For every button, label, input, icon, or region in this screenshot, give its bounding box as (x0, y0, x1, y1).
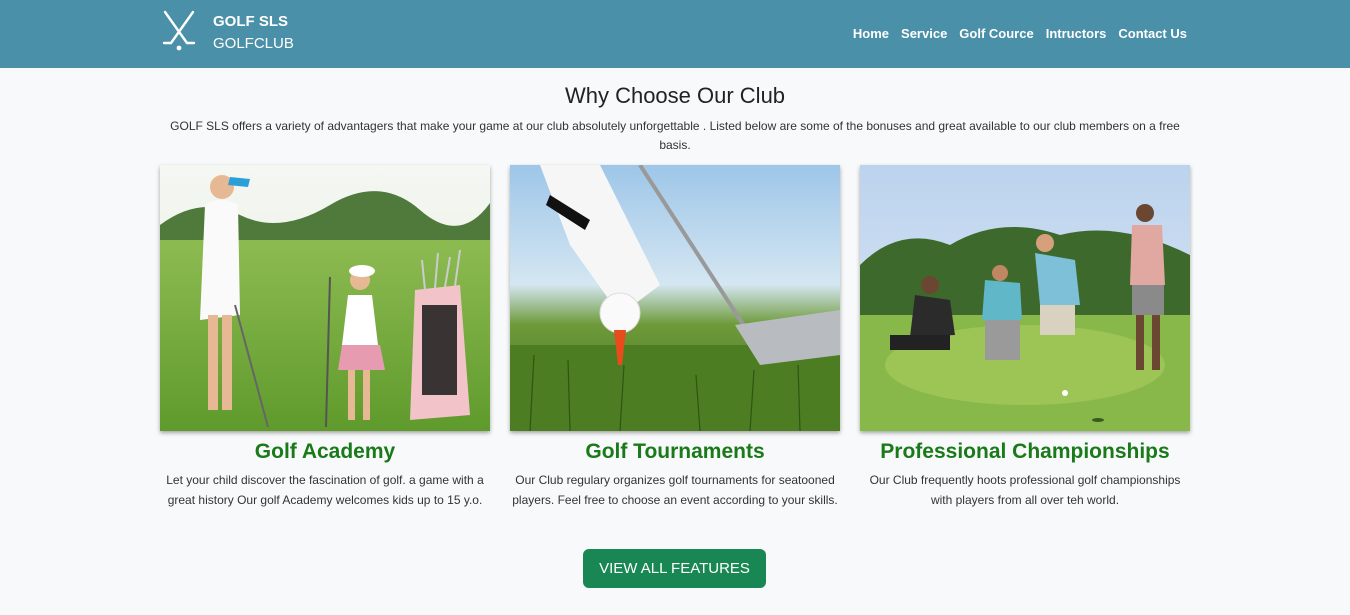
top-navbar: GOLF SLS GOLFCLUB Home Service Golf Cour… (0, 0, 1350, 68)
feature-card-academy: Golf Academy Let your child discover the… (160, 165, 490, 510)
feature-card-tournaments: Golf Tournaments Our Club regulary organ… (510, 165, 840, 510)
section-intro: GOLF SLS offers a variety of advantagers… (170, 119, 1180, 152)
nav-golf-course[interactable]: Golf Cource (959, 26, 1033, 41)
card-text: Our Club frequently hoots professional g… (869, 473, 1181, 507)
nav-instructors[interactable]: Intructors (1046, 26, 1107, 41)
view-all-features-button[interactable]: VIEW ALL FEATURES (583, 549, 766, 588)
brand-subtitle: GOLFCLUB (213, 35, 294, 52)
professional-championships-image (860, 165, 1190, 431)
card-title: Golf Academy (254, 440, 396, 463)
nav-contact-us[interactable]: Contact Us (1118, 26, 1187, 41)
card-title: Golf Tournaments (585, 440, 765, 463)
section-title: Why Choose Our Club (564, 83, 786, 108)
card-title: Professional Championships (880, 440, 1170, 463)
brand-link[interactable]: GOLF SLS GOLFCLUB (160, 10, 294, 52)
golf-academy-image (160, 165, 490, 431)
main-nav: Home Service Golf Cource Intructors Cont… (853, 26, 1187, 41)
nav-home[interactable]: Home (853, 26, 889, 41)
card-text: Let your child discover the fascination … (166, 473, 484, 507)
nav-service[interactable]: Service (901, 26, 947, 41)
card-text: Our Club regulary organizes golf tournam… (512, 473, 838, 507)
golf-tournaments-image (510, 165, 840, 431)
brand-title: GOLF SLS (213, 13, 288, 30)
feature-card-championships: Professional Championships Our Club freq… (860, 165, 1190, 510)
golf-clubs-icon (162, 10, 196, 51)
